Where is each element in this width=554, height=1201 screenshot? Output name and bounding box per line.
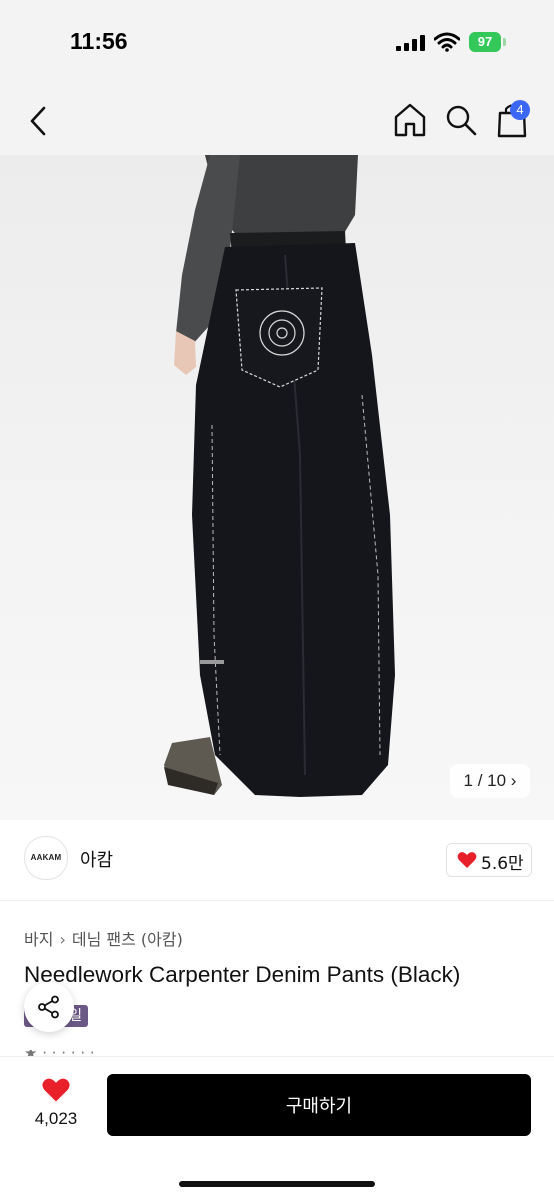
brand-name[interactable]: 아캄 xyxy=(80,846,113,872)
breadcrumb-item-denim-pants[interactable]: 데님 팬츠 (아캄) xyxy=(72,930,183,949)
breadcrumb-item-pants[interactable]: 바지 xyxy=(24,930,53,949)
cart-count-badge: 4 xyxy=(510,100,530,120)
chevron-right-icon: › xyxy=(510,771,517,790)
brand-like-count: 5.6만 xyxy=(481,854,524,874)
search-icon[interactable] xyxy=(444,102,478,138)
shopping-bag-button[interactable]: 4 xyxy=(494,100,530,138)
product-photo xyxy=(164,155,395,797)
product-image-gallery[interactable]: 1 / 10 › xyxy=(0,155,554,820)
heart-icon xyxy=(42,1078,70,1102)
heart-icon xyxy=(457,852,477,868)
gallery-counter[interactable]: 1 / 10 › xyxy=(450,764,530,798)
brand-logo[interactable]: AAKAM xyxy=(24,836,68,880)
top-navigation: 4 xyxy=(0,80,554,160)
wishlist-button[interactable]: 4,023 xyxy=(24,1075,88,1141)
battery-level: 97 xyxy=(477,34,493,49)
buy-button[interactable]: 구매하기 xyxy=(107,1074,531,1136)
product-title: Needlework Carpenter Denim Pants (Black) xyxy=(24,962,461,987)
home-indicator xyxy=(179,1181,375,1187)
status-time: 11:56 xyxy=(70,28,128,54)
wishlist-count: 4,023 xyxy=(34,1109,78,1128)
gallery-counter-text: 1 / 10 xyxy=(463,771,507,790)
wifi-icon xyxy=(434,32,460,52)
brand-like-button[interactable]: 5.6만 xyxy=(446,843,532,877)
battery-icon: 97 xyxy=(469,32,507,52)
breadcrumb: 바지 › 데님 팬츠 (아캄) xyxy=(24,926,183,950)
back-chevron-icon[interactable] xyxy=(24,104,54,138)
brand-row: AAKAM 아캄 5.6만 xyxy=(0,820,554,901)
share-icon xyxy=(38,995,59,1019)
home-icon[interactable] xyxy=(392,102,428,138)
chevron-right-icon: › xyxy=(59,930,66,949)
bottom-action-bar: 4,023 구매하기 xyxy=(0,1056,554,1201)
cellular-signal-icon xyxy=(396,35,425,51)
status-bar: 11:56 97 xyxy=(0,0,554,80)
share-button[interactable] xyxy=(24,982,74,1032)
